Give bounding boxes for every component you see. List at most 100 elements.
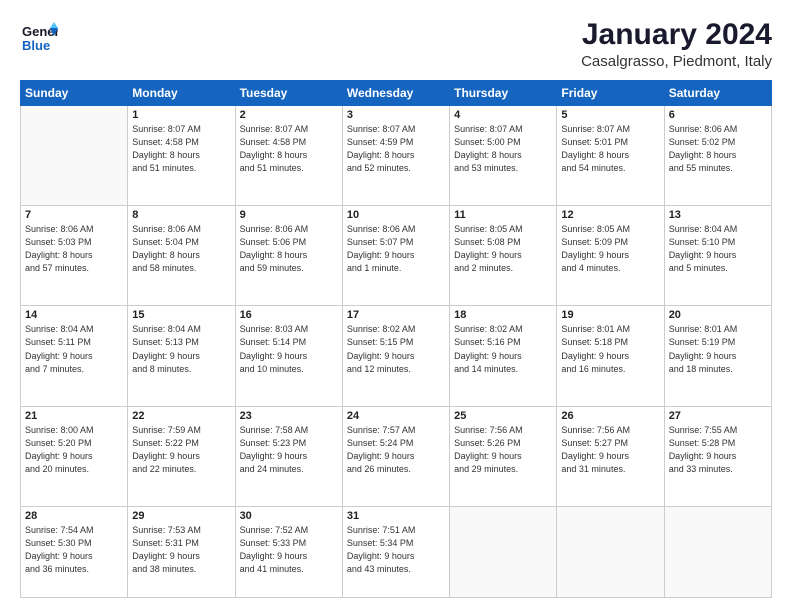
day-info: Sunrise: 8:05 AMSunset: 5:09 PMDaylight:…	[561, 223, 659, 275]
table-row: 11 Sunrise: 8:05 AMSunset: 5:08 PMDayligh…	[450, 206, 557, 306]
day-number: 26	[561, 410, 659, 422]
day-number: 28	[25, 510, 123, 522]
day-info: Sunrise: 8:07 AMSunset: 4:59 PMDaylight:…	[347, 123, 445, 175]
table-row: 24Sunrise: 7:57 AMSunset: 5:24 PMDayligh…	[342, 406, 449, 506]
day-number: 27	[669, 410, 767, 422]
day-number: 30	[240, 510, 338, 522]
day-info: Sunrise: 8:01 AMSunset: 5:19 PMDaylight:…	[669, 323, 767, 375]
table-row: 23 Sunrise: 7:58 AMSunset: 5:23 PMDayligh…	[235, 406, 342, 506]
table-row: 1 Sunrise: 8:07 AMSunset: 4:58 PMDaylight…	[128, 106, 235, 206]
table-row: 18 Sunrise: 8:02 AMSunset: 5:16 PMDayligh…	[450, 306, 557, 406]
col-sunday: Sunday	[21, 81, 128, 106]
week-row-4: 21Sunrise: 8:00 AMSunset: 5:20 PMDayligh…	[21, 406, 772, 506]
day-info: Sunrise: 7:59 AMSunset: 5:22 PMDaylight:…	[132, 424, 230, 476]
table-row	[21, 106, 128, 206]
table-row: 17 Sunrise: 8:02 AMSunset: 5:15 PMDayligh…	[342, 306, 449, 406]
table-row: 2 Sunrise: 8:07 AMSunset: 4:58 PMDaylight…	[235, 106, 342, 206]
day-number: 20	[669, 309, 767, 321]
table-row: 22 Sunrise: 7:59 AMSunset: 5:22 PMDayligh…	[128, 406, 235, 506]
day-number: 15	[132, 309, 230, 321]
day-info: Sunrise: 8:06 AMSunset: 5:07 PMDaylight:…	[347, 223, 445, 275]
svg-text:Blue: Blue	[22, 38, 50, 53]
day-number: 2	[240, 109, 338, 121]
day-info: Sunrise: 8:04 AMSunset: 5:10 PMDaylight:…	[669, 223, 767, 275]
table-row: 15Sunrise: 8:04 AMSunset: 5:13 PMDayligh…	[128, 306, 235, 406]
day-number: 16	[240, 309, 338, 321]
day-info: Sunrise: 7:56 AMSunset: 5:27 PMDaylight:…	[561, 424, 659, 476]
day-number: 22	[132, 410, 230, 422]
table-row: 29 Sunrise: 7:53 AMSunset: 5:31 PMDayligh…	[128, 506, 235, 597]
day-info: Sunrise: 8:02 AMSunset: 5:16 PMDaylight:…	[454, 323, 552, 375]
table-row: 19Sunrise: 8:01 AMSunset: 5:18 PMDayligh…	[557, 306, 664, 406]
day-number: 8	[132, 209, 230, 221]
day-number: 10	[347, 209, 445, 221]
col-saturday: Saturday	[664, 81, 771, 106]
day-number: 25	[454, 410, 552, 422]
col-friday: Friday	[557, 81, 664, 106]
day-number: 5	[561, 109, 659, 121]
table-row: 30Sunrise: 7:52 AMSunset: 5:33 PMDayligh…	[235, 506, 342, 597]
month-title: January 2024	[581, 18, 772, 51]
table-row	[557, 506, 664, 597]
day-info: Sunrise: 7:51 AMSunset: 5:34 PMDaylight:…	[347, 524, 445, 576]
day-info: Sunrise: 8:02 AMSunset: 5:15 PMDaylight:…	[347, 323, 445, 375]
table-row: 16 Sunrise: 8:03 AMSunset: 5:14 PMDayligh…	[235, 306, 342, 406]
table-row: 8 Sunrise: 8:06 AMSunset: 5:04 PMDaylight…	[128, 206, 235, 306]
day-number: 19	[561, 309, 659, 321]
day-number: 31	[347, 510, 445, 522]
day-number: 17	[347, 309, 445, 321]
day-number: 6	[669, 109, 767, 121]
day-number: 12	[561, 209, 659, 221]
week-row-1: 1 Sunrise: 8:07 AMSunset: 4:58 PMDaylight…	[21, 106, 772, 206]
day-number: 14	[25, 309, 123, 321]
table-row: 3 Sunrise: 8:07 AMSunset: 4:59 PMDaylight…	[342, 106, 449, 206]
table-row: 7Sunrise: 8:06 AMSunset: 5:03 PMDaylight…	[21, 206, 128, 306]
day-info: Sunrise: 8:07 AMSunset: 5:01 PMDaylight:…	[561, 123, 659, 175]
day-info: Sunrise: 8:06 AMSunset: 5:04 PMDaylight:…	[132, 223, 230, 275]
table-row: 6 Sunrise: 8:06 AMSunset: 5:02 PMDaylight…	[664, 106, 771, 206]
table-row: 26 Sunrise: 7:56 AMSunset: 5:27 PMDayligh…	[557, 406, 664, 506]
table-row	[664, 506, 771, 597]
day-info: Sunrise: 8:03 AMSunset: 5:14 PMDaylight:…	[240, 323, 338, 375]
day-number: 29	[132, 510, 230, 522]
day-number: 3	[347, 109, 445, 121]
title-area: January 2024 Casalgrasso, Piedmont, Ital…	[581, 18, 772, 70]
table-row: 27 Sunrise: 7:55 AMSunset: 5:28 PMDayligh…	[664, 406, 771, 506]
day-number: 1	[132, 109, 230, 121]
logo-icon: General Blue	[20, 18, 58, 56]
day-info: Sunrise: 8:07 AMSunset: 4:58 PMDaylight:…	[132, 123, 230, 175]
day-info: Sunrise: 7:56 AMSunset: 5:26 PMDaylight:…	[454, 424, 552, 476]
day-info: Sunrise: 7:55 AMSunset: 5:28 PMDaylight:…	[669, 424, 767, 476]
table-row: 25 Sunrise: 7:56 AMSunset: 5:26 PMDayligh…	[450, 406, 557, 506]
day-number: 24	[347, 410, 445, 422]
page: General Blue January 2024 Casalgrasso, P…	[0, 0, 792, 612]
week-row-2: 7Sunrise: 8:06 AMSunset: 5:03 PMDaylight…	[21, 206, 772, 306]
day-info: Sunrise: 8:04 AMSunset: 5:11 PMDaylight:…	[25, 323, 123, 375]
day-info: Sunrise: 7:58 AMSunset: 5:23 PMDaylight:…	[240, 424, 338, 476]
logo: General Blue	[20, 18, 58, 56]
day-number: 11	[454, 209, 552, 221]
table-row	[450, 506, 557, 597]
day-info: Sunrise: 8:07 AMSunset: 5:00 PMDaylight:…	[454, 123, 552, 175]
day-info: Sunrise: 8:06 AMSunset: 5:02 PMDaylight:…	[669, 123, 767, 175]
day-info: Sunrise: 8:07 AMSunset: 4:58 PMDaylight:…	[240, 123, 338, 175]
header: General Blue January 2024 Casalgrasso, P…	[20, 18, 772, 70]
col-tuesday: Tuesday	[235, 81, 342, 106]
day-number: 7	[25, 209, 123, 221]
table-row: 20 Sunrise: 8:01 AMSunset: 5:19 PMDayligh…	[664, 306, 771, 406]
header-row: Sunday Monday Tuesday Wednesday Thursday…	[21, 81, 772, 106]
day-info: Sunrise: 8:05 AMSunset: 5:08 PMDaylight:…	[454, 223, 552, 275]
calendar-table: Sunday Monday Tuesday Wednesday Thursday…	[20, 80, 772, 598]
location: Casalgrasso, Piedmont, Italy	[581, 53, 772, 70]
week-row-3: 14 Sunrise: 8:04 AMSunset: 5:11 PMDayligh…	[21, 306, 772, 406]
day-info: Sunrise: 8:00 AMSunset: 5:20 PMDaylight:…	[25, 424, 123, 476]
day-number: 18	[454, 309, 552, 321]
day-number: 23	[240, 410, 338, 422]
table-row: 12 Sunrise: 8:05 AMSunset: 5:09 PMDayligh…	[557, 206, 664, 306]
week-row-5: 28Sunrise: 7:54 AMSunset: 5:30 PMDayligh…	[21, 506, 772, 597]
table-row: 21Sunrise: 8:00 AMSunset: 5:20 PMDayligh…	[21, 406, 128, 506]
table-row: 31 Sunrise: 7:51 AMSunset: 5:34 PMDayligh…	[342, 506, 449, 597]
day-info: Sunrise: 7:53 AMSunset: 5:31 PMDaylight:…	[132, 524, 230, 576]
table-row: 28Sunrise: 7:54 AMSunset: 5:30 PMDayligh…	[21, 506, 128, 597]
table-row: 4Sunrise: 8:07 AMSunset: 5:00 PMDaylight…	[450, 106, 557, 206]
